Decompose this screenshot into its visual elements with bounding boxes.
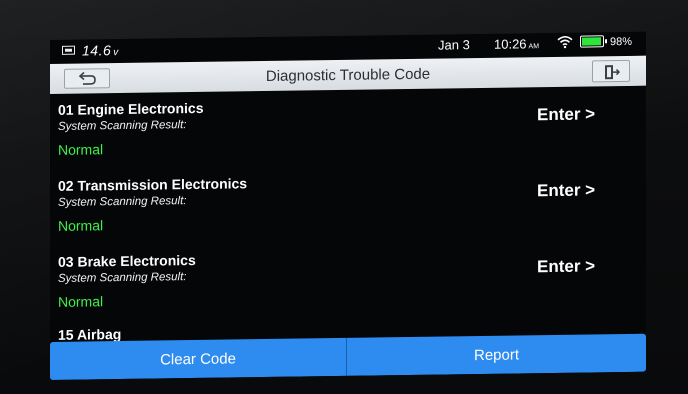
item-title: 02 Transmission Electronics [58, 175, 248, 194]
enter-button[interactable]: Enter > [537, 104, 595, 125]
battery-fill [582, 37, 601, 46]
bottom-action-bar: Clear Code Report [50, 333, 646, 380]
voltage-unit: v [113, 47, 119, 59]
device-frame: 14.6 v Jan 3 10:26 AM 98% Diagnostic Tro… [0, 0, 688, 394]
car-battery-icon [62, 45, 75, 55]
report-button[interactable]: Report [347, 334, 646, 376]
wifi-icon [557, 36, 573, 49]
item-title: 03 Brake Electronics [58, 251, 196, 270]
item-status: Normal [58, 217, 104, 234]
enter-button[interactable]: Enter > [537, 180, 595, 201]
time-value: 10:26 [494, 36, 527, 52]
time-ampm: AM [528, 43, 540, 51]
item-subtitle: System Scanning Result: [58, 271, 187, 285]
battery-percent: 98% [610, 35, 633, 49]
tablet-screen: 14.6 v Jan 3 10:26 AM 98% Diagnostic Tro… [50, 31, 646, 380]
list-item-transmission: 02 Transmission Electronics System Scann… [50, 162, 646, 246]
clear-code-button[interactable]: Clear Code [50, 338, 346, 380]
enter-button[interactable]: Enter > [537, 256, 595, 277]
list-item-brake: 03 Brake Electronics System Scanning Res… [50, 238, 646, 322]
voltage-value: 14.6 [82, 42, 112, 59]
item-title: 01 Engine Electronics [58, 99, 204, 118]
item-status: Normal [58, 141, 104, 158]
battery-icon [580, 35, 604, 48]
list-item-engine: 01 Engine Electronics System Scanning Re… [50, 86, 646, 170]
item-status: Normal [58, 293, 104, 310]
item-subtitle: System Scanning Result: [58, 119, 187, 133]
item-subtitle: System Scanning Result: [58, 195, 187, 209]
exit-icon [605, 65, 620, 80]
exit-button[interactable] [592, 59, 630, 83]
voltage-readout: 14.6 v [82, 42, 119, 59]
status-time: 10:26 AM [494, 36, 540, 52]
status-date: Jan 3 [438, 37, 470, 53]
system-list: 01 Engine Electronics System Scanning Re… [50, 86, 646, 344]
page-title: Diagnostic Trouble Code [265, 65, 431, 85]
